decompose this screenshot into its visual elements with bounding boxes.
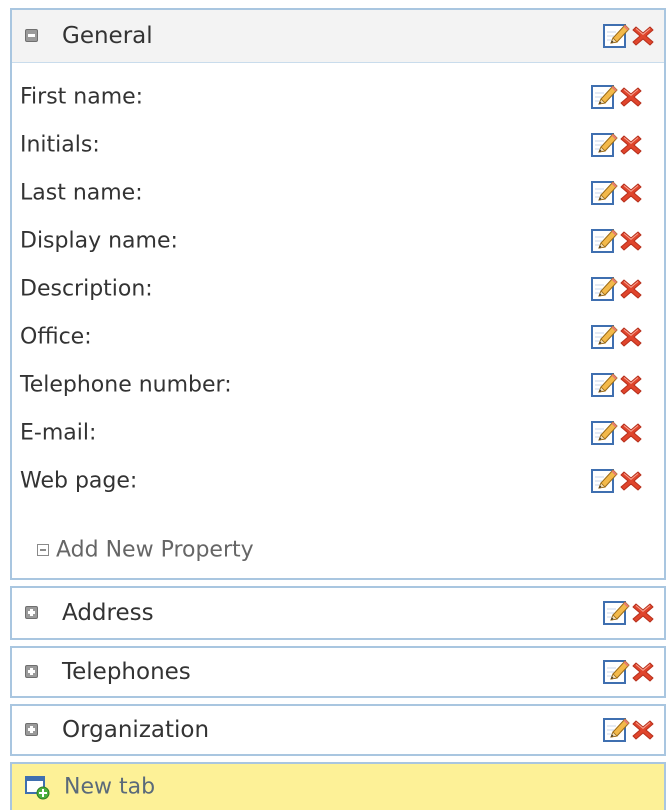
panel-header-organization[interactable]: Organization [12, 706, 664, 754]
property-actions [590, 467, 642, 495]
delete-x-icon[interactable] [620, 374, 642, 396]
property-actions [590, 179, 642, 207]
delete-x-icon[interactable] [620, 326, 642, 348]
panel-actions-telephones [602, 657, 654, 687]
delete-x-icon[interactable] [620, 422, 642, 444]
property-row-telephone-number: Telephone number: [12, 361, 664, 409]
panel-actions-address [602, 598, 654, 628]
expand-plus-icon[interactable] [25, 606, 38, 619]
delete-x-icon[interactable] [632, 661, 654, 683]
collapse-minus-icon[interactable] [25, 29, 38, 42]
panel-telephones: Telephones [10, 646, 666, 698]
property-actions [590, 371, 642, 399]
edit-pencil-icon[interactable] [590, 83, 618, 111]
property-label: Display name: [20, 228, 178, 254]
property-label: E-mail: [20, 420, 97, 446]
property-label: Description: [20, 276, 153, 302]
property-row-initials: Initials: [12, 121, 664, 169]
property-label: First name: [20, 84, 144, 110]
edit-pencil-icon[interactable] [590, 275, 618, 303]
property-actions [590, 419, 642, 447]
property-row-display-name: Display name: [12, 217, 664, 265]
delete-x-icon[interactable] [632, 719, 654, 741]
new-tab-button[interactable]: New tab [10, 762, 666, 810]
property-actions [590, 323, 642, 351]
add-property-row: Add New Property [12, 525, 664, 575]
edit-pencil-icon[interactable] [590, 131, 618, 159]
property-row-first-name: First name: [12, 73, 664, 121]
property-label: Initials: [20, 132, 100, 158]
panel-header-telephones[interactable]: Telephones [12, 648, 664, 696]
panel-body-general: First name: Initials: Last name: Display… [12, 63, 664, 575]
panel-title-telephones: Telephones [62, 659, 191, 685]
edit-pencil-icon[interactable] [590, 227, 618, 255]
property-row-web-page: Web page: [12, 457, 664, 505]
delete-x-icon[interactable] [620, 182, 642, 204]
edit-pencil-icon[interactable] [590, 371, 618, 399]
panel-organization: Organization [10, 704, 666, 756]
delete-x-icon[interactable] [632, 25, 654, 47]
edit-pencil-icon[interactable] [590, 179, 618, 207]
edit-pencil-icon[interactable] [602, 22, 630, 50]
expand-plus-icon[interactable] [25, 723, 38, 736]
panel-title-address: Address [62, 600, 154, 626]
property-label: Office: [20, 324, 92, 350]
property-label: Telephone number: [20, 372, 232, 398]
edit-pencil-icon[interactable] [602, 716, 630, 744]
delete-x-icon[interactable] [632, 602, 654, 624]
property-actions [590, 275, 642, 303]
edit-pencil-icon[interactable] [590, 323, 618, 351]
edit-pencil-icon[interactable] [590, 419, 618, 447]
new-tab-label: New tab [64, 774, 156, 800]
add-property-toggle-icon[interactable] [37, 544, 49, 556]
property-actions [590, 227, 642, 255]
property-row-office: Office: [12, 313, 664, 361]
new-tab-icon [24, 774, 50, 800]
property-row-description: Description: [12, 265, 664, 313]
delete-x-icon[interactable] [620, 230, 642, 252]
delete-x-icon[interactable] [620, 86, 642, 108]
delete-x-icon[interactable] [620, 134, 642, 156]
delete-x-icon[interactable] [620, 470, 642, 492]
expand-plus-icon[interactable] [25, 665, 38, 678]
property-actions [590, 131, 642, 159]
property-row-last-name: Last name: [12, 169, 664, 217]
edit-pencil-icon[interactable] [602, 599, 630, 627]
panel-header-address[interactable]: Address [12, 588, 664, 638]
edit-pencil-icon[interactable] [590, 467, 618, 495]
panel-actions-organization [602, 715, 654, 745]
property-actions [590, 83, 642, 111]
panel-title-organization: Organization [62, 717, 210, 743]
property-label: Last name: [20, 180, 143, 206]
edit-pencil-icon[interactable] [602, 658, 630, 686]
panel-header-general[interactable]: General [12, 10, 664, 63]
panel-actions-general [602, 21, 654, 51]
property-label: Web page: [20, 468, 138, 494]
delete-x-icon[interactable] [620, 278, 642, 300]
panel-address: Address [10, 586, 666, 640]
panel-title-general: General [62, 23, 153, 49]
property-row-email: E-mail: [12, 409, 664, 457]
panel-general: General First name: Initials: Last name: [10, 8, 666, 580]
add-new-property-link[interactable]: Add New Property [56, 538, 254, 563]
